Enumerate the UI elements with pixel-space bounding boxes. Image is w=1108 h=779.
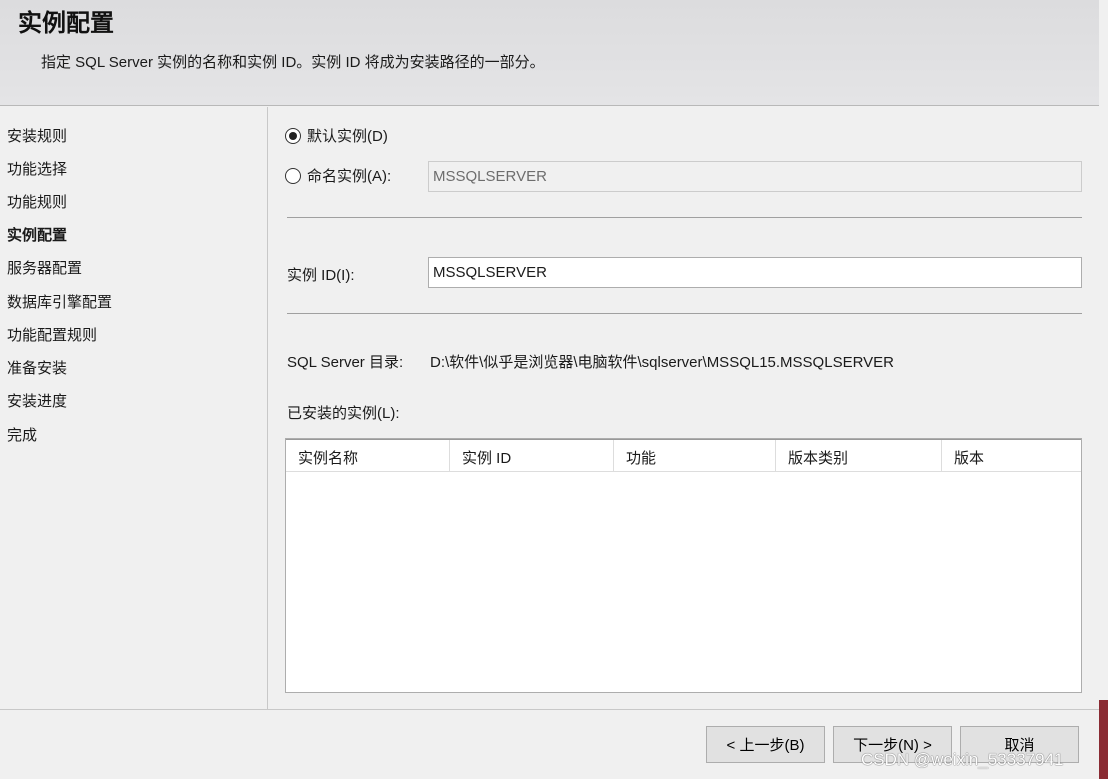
step-item: 数据库引擎配置 <box>7 294 113 311</box>
steps-sidebar: 安装规则 功能选择 功能规则 实例配置 服务器配置 数据库引擎配置 功能配置规则… <box>0 107 268 709</box>
instance-config-panel: 默认实例(D) 命名实例(A): MSSQLSERVER 实例 ID(I): M… <box>269 107 1100 709</box>
step-item: 安装进度 <box>7 393 68 410</box>
window-edge <box>1099 0 1108 779</box>
instance-id-input[interactable]: MSSQLSERVER <box>428 257 1082 288</box>
column-header[interactable]: 版本类别 <box>776 440 942 471</box>
sql-server-dir-value: D:\软件\似乎是浏览器\电脑软件\sqlserver\MSSQL15.MSSQ… <box>430 354 894 371</box>
watermark: CSDN @weixin_53337941 <box>861 750 1064 769</box>
page-header: 实例配置 指定 SQL Server 实例的名称和实例 ID。实例 ID 将成为… <box>0 0 1100 106</box>
page-subtitle: 指定 SQL Server 实例的名称和实例 ID。实例 ID 将成为安装路径的… <box>41 54 545 71</box>
back-button[interactable]: < 上一步(B) <box>706 726 825 763</box>
named-instance-radio[interactable]: 命名实例(A): <box>285 165 391 186</box>
step-item: 功能规则 <box>7 194 68 211</box>
table-header: 实例名称 实例 ID 功能 版本类别 版本 <box>286 439 1081 472</box>
divider <box>0 709 1100 710</box>
column-header[interactable]: 实例名称 <box>286 440 450 471</box>
sql-server-dir-label: SQL Server 目录: <box>287 354 404 371</box>
installed-instances-table[interactable]: 实例名称 实例 ID 功能 版本类别 版本 <box>285 438 1082 693</box>
named-instance-input[interactable]: MSSQLSERVER <box>428 161 1082 192</box>
step-item: 服务器配置 <box>7 260 83 277</box>
step-item: 功能选择 <box>7 161 68 178</box>
installed-instances-label: 已安装的实例(L): <box>287 405 400 422</box>
step-item: 准备安装 <box>7 360 68 377</box>
default-instance-label: 默认实例(D) <box>307 128 388 145</box>
radio-unchecked-icon <box>285 167 301 184</box>
named-instance-label: 命名实例(A): <box>307 168 392 185</box>
default-instance-radio[interactable]: 默认实例(D) <box>285 125 388 146</box>
step-item: 功能配置规则 <box>7 327 98 344</box>
step-item: 完成 <box>7 427 38 444</box>
divider <box>287 313 1082 314</box>
column-header[interactable]: 版本 <box>942 440 1081 471</box>
column-header[interactable]: 功能 <box>614 440 776 471</box>
divider <box>287 217 1082 218</box>
step-item-active: 实例配置 <box>7 227 68 244</box>
instance-id-label: 实例 ID(I): <box>287 267 355 284</box>
radio-checked-icon <box>285 127 301 144</box>
column-header[interactable]: 实例 ID <box>450 440 614 471</box>
page-title: 实例配置 <box>18 10 114 37</box>
step-item: 安装规则 <box>7 128 68 145</box>
